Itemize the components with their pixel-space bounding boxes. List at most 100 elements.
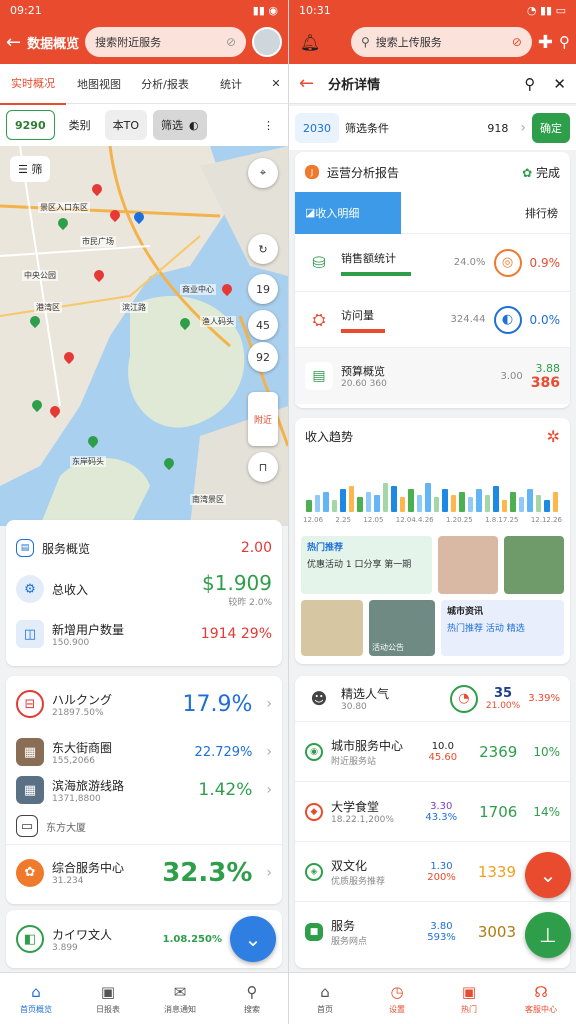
back-arrow-icon[interactable]: ← (6, 32, 21, 53)
clear-icon[interactable]: ⊘ (226, 35, 236, 49)
chip-category[interactable]: 类别 (60, 110, 99, 140)
promo-photo[interactable] (437, 536, 498, 594)
map-label: 东岸码头 (70, 456, 106, 467)
bottom-nav: ⌂ 首页概览 ▣ 日报表 ✉ 消息通知 ⚲ 搜索 (0, 972, 288, 1024)
chevron-right-icon: › (266, 782, 272, 798)
stats-fab-icon[interactable]: ⊥ (525, 912, 571, 958)
item-text: 大学食堂 18.22.1,200% (331, 798, 394, 825)
mascot-icon[interactable]: ✚ (538, 32, 553, 53)
tab-analysis[interactable]: 分析/报表 (132, 64, 198, 104)
close-icon[interactable]: ✕ (264, 65, 288, 102)
promo-photo[interactable] (301, 600, 363, 656)
chevron-right-icon: › (266, 744, 272, 760)
promo-photo[interactable]: 活动公告 (369, 600, 435, 656)
metric-row[interactable]: ▤ 预算概览 20.60 360 3.00 3.88 386 (295, 348, 570, 404)
search-input[interactable]: 搜索附近服务 ⊘ (85, 27, 246, 57)
revenue-value: $1.909 (202, 570, 272, 595)
list-item[interactable]: ▦ 滨海旅游线路 1371,8800 1.42% › (6, 772, 282, 808)
nav-home[interactable]: ⌂ 首页 (289, 973, 361, 1024)
refresh-icon[interactable]: ↻ (248, 234, 278, 264)
tab-income[interactable]: ◪ 收入明细 (295, 191, 401, 234)
more-icon[interactable]: ⋮ (255, 110, 282, 140)
users-value: 1914 29% (200, 626, 272, 642)
nav-home[interactable]: ⌂ 首页概览 (0, 973, 72, 1024)
item-label: 精选人气 (341, 687, 390, 701)
service-icon: ■ (305, 923, 323, 941)
map-button[interactable]: 45 (248, 310, 278, 340)
chart-bar (433, 497, 439, 512)
nav-settings[interactable]: ◷ 设置 (361, 973, 433, 1024)
list-item[interactable]: ◆ 大学食堂 18.22.1,200% 3.30 43.3% 1706 14% (295, 782, 570, 842)
tab-stats[interactable]: 统计 (198, 64, 264, 104)
search-icon[interactable]: ⚲ (524, 75, 535, 93)
chart-bar (323, 492, 329, 512)
nearby-button[interactable]: 附近 (248, 392, 278, 446)
promo-card[interactable]: 热门推荐 优惠活动 1 口分享 第一期 (301, 536, 432, 594)
search-icon[interactable]: ⚲ (559, 33, 570, 51)
nav-messages[interactable]: ✉ 消息通知 (144, 973, 216, 1024)
back-arrow-icon[interactable]: ← (299, 73, 314, 94)
status-bar: 10:31 ◔ ▮▮ ▭ (289, 0, 576, 20)
school-icon: ◆ (305, 802, 323, 821)
check-icon[interactable]: ⊘ (512, 35, 522, 49)
metric-row[interactable]: ⛁ 销售额统计 24.0% ◎ 0.9% (295, 234, 570, 292)
gear-icon: ⚙ (16, 575, 44, 603)
chevron-right-icon[interactable]: › (520, 120, 526, 136)
search-text: 搜索附近服务 (95, 36, 162, 49)
search-input[interactable]: ⚲ 搜索上传服务 ⊘ (351, 27, 532, 57)
item-values: 35 21.00% (486, 686, 520, 711)
avatar[interactable] (252, 27, 282, 57)
map-view[interactable]: ☰ 筛 景区入口东区 市民广场 中央公园 滨江路 港湾区 商业中心 东岸码头 南… (0, 146, 288, 526)
chip-selected[interactable]: 9290 (6, 110, 55, 140)
list-item[interactable]: ▭ 东方大厦 (6, 808, 282, 844)
tab-ranking[interactable]: 排行榜 (525, 205, 570, 221)
item-label: 双文化 (331, 858, 368, 873)
chevron-right-icon: › (266, 864, 272, 881)
metric-row[interactable]: ⛭ 访问量 324.44 ◐ 0.0% (295, 292, 570, 348)
chart-bar (391, 486, 397, 512)
bell-icon[interactable]: 🔔︎ (295, 33, 325, 52)
nav-support[interactable]: ☊ 客服中心 (505, 973, 576, 1024)
expand-fab-icon[interactable]: ⌄ (230, 916, 276, 962)
nav-label: 搜索 (244, 1004, 260, 1014)
report-panel: J 运营分析报告 ✿ 完成 ◪ 收入明细 排行榜 ⛁ 销售额统计 24.0% ◎… (295, 152, 570, 408)
status-icons: ▮▮ ◉ (252, 3, 278, 17)
tab-map[interactable]: 地图视图 (66, 64, 132, 104)
list-item[interactable]: ◉ 城市服务中心 附近服务站 10.0 45.60 2369 10% (295, 722, 570, 782)
item-sub: 21897.50% (52, 707, 104, 718)
chart-x-axis: 12.06 2.25 12.05 12.04.4.26 1.20.25 1.8.… (303, 516, 562, 524)
item-sub: 155,2066 (52, 755, 95, 766)
promo-card[interactable]: 城市资讯 热门推荐 活动 精选 (441, 600, 564, 656)
map-button[interactable]: 19 (248, 274, 278, 304)
nav-search[interactable]: ⚲ 搜索 (216, 973, 288, 1024)
nav-hot[interactable]: ▣ 热门 (433, 973, 505, 1024)
item-value2: 10% (533, 744, 560, 759)
date-chip[interactable]: 2030 (295, 113, 339, 143)
map-marker-icon: ◧ (16, 925, 44, 953)
list-item[interactable]: ▦ 东大街商圈 155,2066 22.729% › (6, 732, 282, 772)
item-mid2: 200% (427, 871, 456, 883)
trend-card: 收入趋势 ✲ 12.06 2.25 12.05 12.04.4.26 1.20.… (295, 418, 570, 664)
collapse-fab-icon[interactable]: ⌄ (525, 852, 571, 898)
item-mid1: 1.30 (430, 860, 453, 872)
chart-bar (459, 492, 465, 512)
map-label: 港湾区 (34, 302, 62, 313)
panel-title-right: ✿ 完成 (522, 164, 560, 181)
settings-icon[interactable]: ✲ (547, 427, 560, 446)
map-layers-button[interactable]: ☰ 筛 (10, 156, 51, 182)
gauge-icon: ◎ (493, 248, 522, 277)
list-item[interactable]: ✿ 综合服务中心 31.234 32.3% › (6, 844, 282, 900)
grid-icon[interactable]: ⊓ (248, 452, 278, 482)
confirm-button[interactable]: 确定 (532, 113, 570, 143)
nav-daily[interactable]: ▣ 日报表 (72, 973, 144, 1024)
promo-photo[interactable] (503, 536, 564, 594)
close-icon[interactable]: ✕ (553, 75, 566, 93)
chart-bar (340, 489, 346, 512)
list-item[interactable]: ☻ 精选人气 30.80 ◔ 35 21.00% 3.39% (295, 676, 570, 722)
chip-time[interactable]: 本TO (104, 110, 148, 140)
map-button[interactable]: 92 (248, 342, 278, 372)
list-item[interactable]: ⊟ ハルクング 21897.50% 17.9% › (6, 676, 282, 732)
tab-overview[interactable]: 实时概况 (0, 63, 66, 105)
chip-filter[interactable]: 筛选 ◐ (153, 110, 207, 140)
locate-icon[interactable]: ⌖ (248, 158, 278, 188)
